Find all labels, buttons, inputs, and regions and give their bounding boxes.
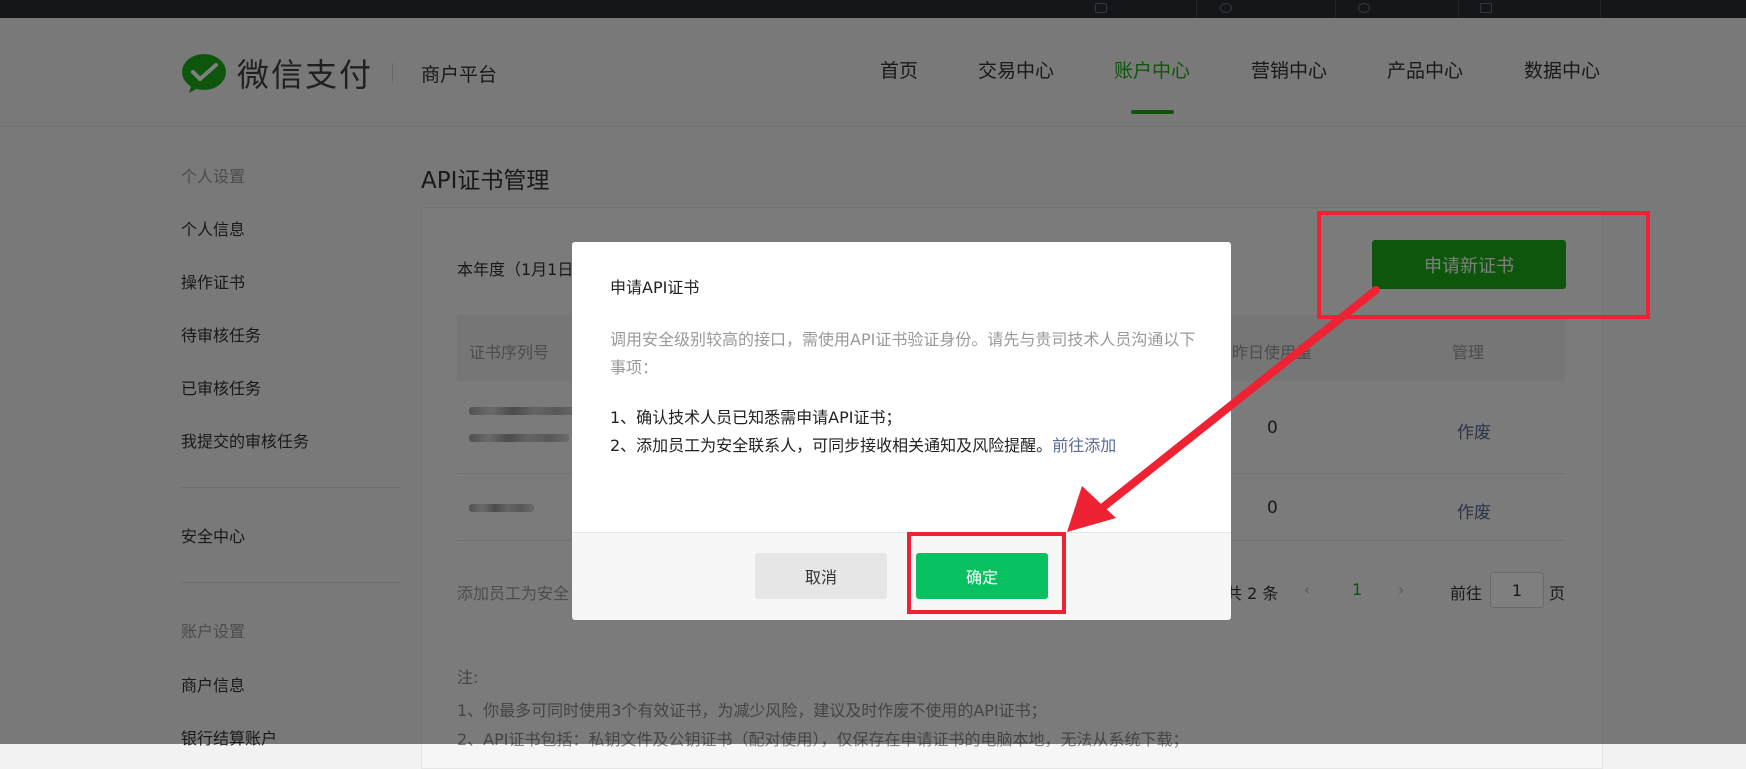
arrow-line — [1098, 286, 1380, 512]
arrow-head-icon — [1067, 486, 1116, 532]
highlight-confirm-button-box — [907, 532, 1066, 614]
tutorial-annotation-overlay — [907, 211, 1650, 614]
highlight-apply-button-box — [1317, 211, 1650, 319]
